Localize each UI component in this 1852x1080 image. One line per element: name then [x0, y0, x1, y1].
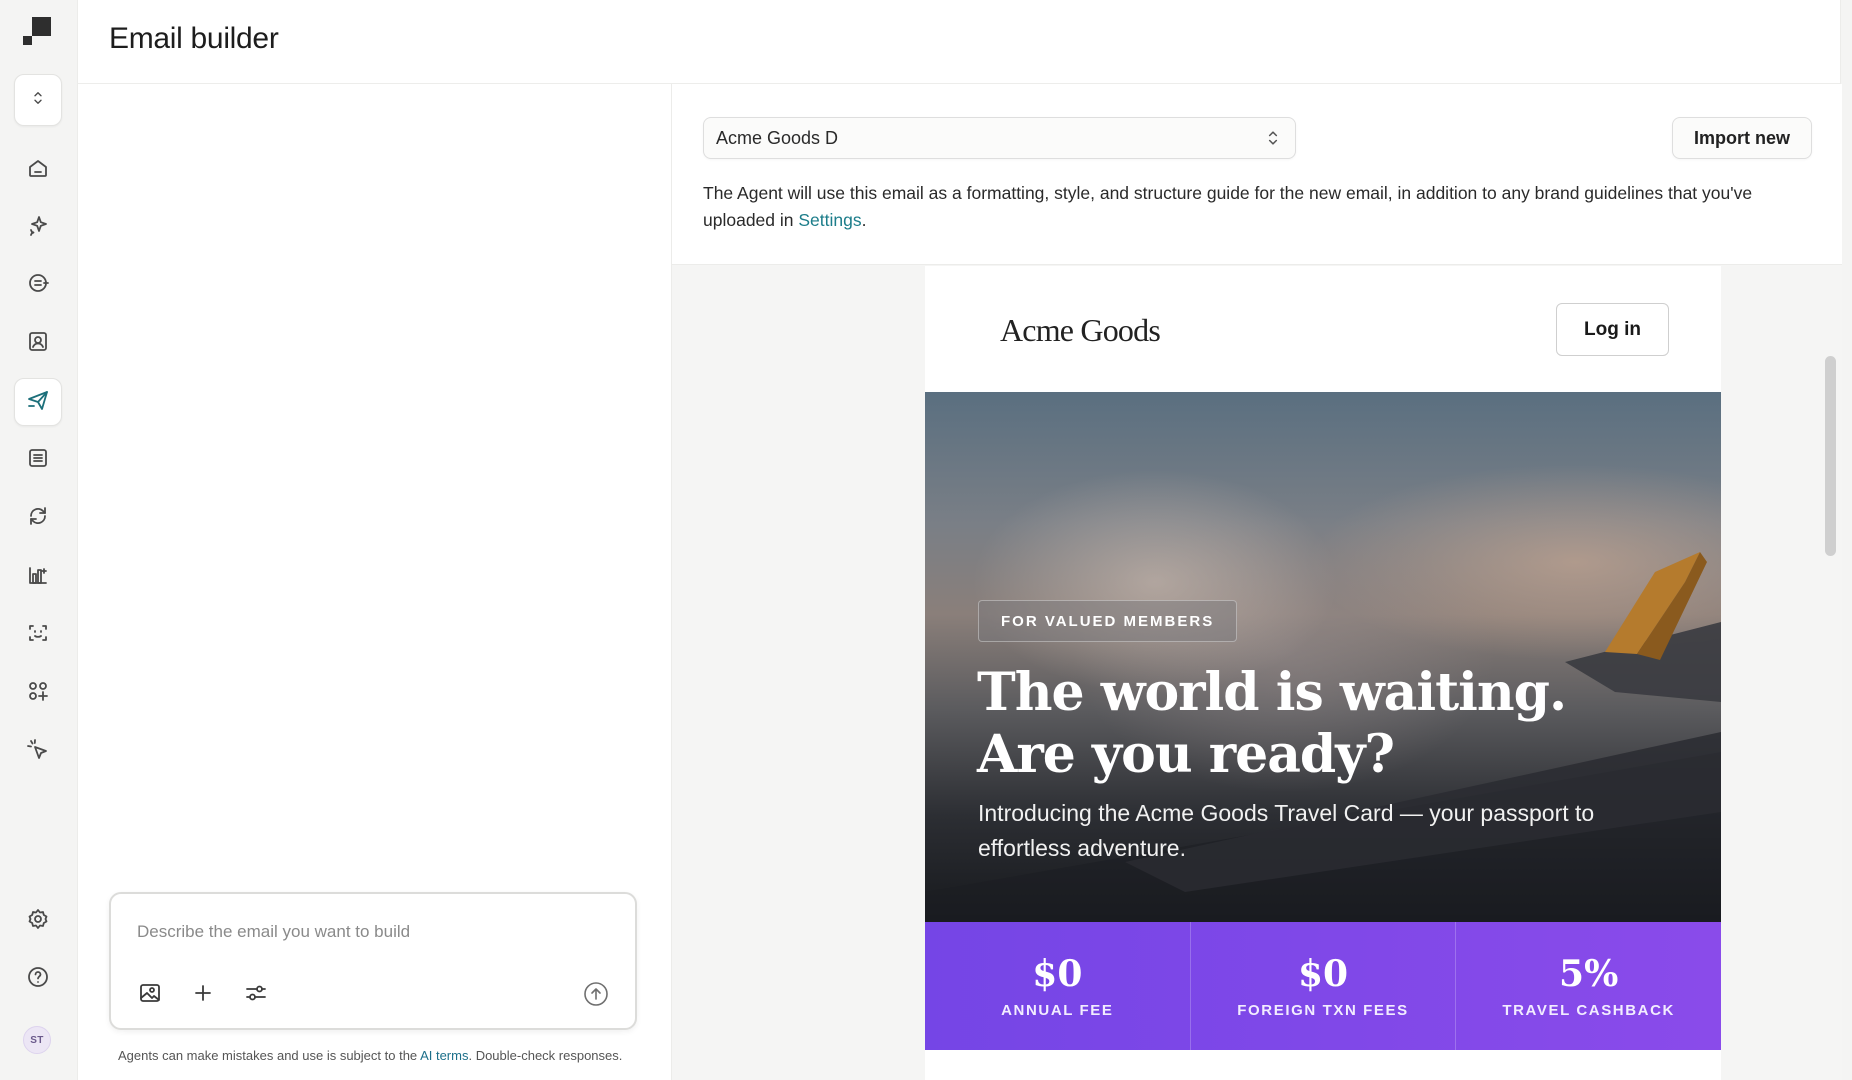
avatar[interactable]: ST [23, 1026, 51, 1054]
stat-label: ANNUAL FEE [1001, 1001, 1114, 1019]
sliders-icon [244, 981, 268, 1010]
hero-headline-line-1: The world is waiting. [977, 662, 1567, 723]
stat-travel-cashback: 5% TRAVEL CASHBACK [1456, 922, 1721, 1050]
sidebar-item-ai-agent[interactable] [14, 203, 62, 251]
import-new-button[interactable]: Import new [1672, 117, 1812, 159]
plus-icon [191, 981, 215, 1010]
face-scan-icon [26, 621, 50, 650]
sidebar-item-campaigns[interactable] [14, 261, 62, 309]
stat-value: $0 [1032, 952, 1083, 995]
settings-link[interactable]: Settings [798, 210, 861, 230]
ai-disclaimer: Agents can make mistakes and use is subj… [118, 1048, 622, 1063]
hero-headline: The world is waiting. Are you ready? [977, 662, 1677, 786]
image-upload-icon [138, 981, 162, 1010]
chevron-updown-icon [29, 89, 47, 112]
cursor-click-icon [26, 738, 50, 767]
chevron-updown-icon [1263, 128, 1283, 148]
main-panel: Email builder Describe the email you wan… [77, 0, 1842, 1080]
email-hero: FOR VALUED MEMBERS The world is waiting.… [925, 392, 1721, 922]
hero-headline-line-2: Are you ready? [977, 724, 1395, 785]
sidebar-item-analytics[interactable] [14, 553, 62, 601]
send-button[interactable] [583, 981, 609, 1007]
chat-pane [78, 84, 672, 1080]
disclaimer-text-end: . Double-check responses. [468, 1048, 623, 1063]
options-button[interactable] [243, 982, 269, 1008]
image-upload-button[interactable] [137, 982, 163, 1008]
prompt-input[interactable] [137, 922, 597, 942]
template-select[interactable]: Acme Goods D [703, 117, 1296, 159]
broadcast-icon [26, 271, 50, 300]
app-logo[interactable] [21, 15, 53, 47]
chart-icon [26, 563, 50, 592]
sparkle-icon [26, 213, 50, 242]
ai-terms-link[interactable]: AI terms [420, 1048, 468, 1063]
sidebar-item-automations[interactable] [14, 494, 62, 542]
sidebar-item-email-builder[interactable] [14, 378, 62, 426]
refresh-icon [26, 504, 50, 533]
hero-subhead: Introducing the Acme Goods Travel Card —… [978, 800, 1595, 861]
email-login-button: Log in [1556, 303, 1669, 356]
contact-card-icon [26, 329, 50, 358]
stat-annual-fee: $0 ANNUAL FEE [925, 922, 1191, 1050]
disclaimer-text: Agents can make mistakes and use is subj… [118, 1048, 421, 1063]
help-icon [26, 965, 50, 994]
preview-scrollbar[interactable] [1825, 356, 1836, 556]
stat-value: $0 [1297, 952, 1349, 995]
sidebar-item-contacts[interactable] [14, 319, 62, 367]
stat-label: FOREIGN TXN FEES [1237, 1001, 1409, 1019]
list-icon [26, 446, 50, 475]
template-helper-text: The Agent will use this email as a forma… [703, 180, 1813, 234]
email-logo: Acme Goods [1000, 312, 1161, 348]
sidebar-item-tracking[interactable] [14, 728, 62, 776]
stat-foreign-fees: $0 FOREIGN TXN FEES [1191, 922, 1457, 1050]
paper-plane-icon [26, 388, 50, 417]
stats-bar: $0 ANNUAL FEE $0 FOREIGN TXN FEES 5% TRA… [925, 922, 1721, 1050]
template-select-value: Acme Goods D [716, 127, 839, 148]
sidebar-item-audiences[interactable] [14, 611, 62, 659]
app-window: ST Email builder Describe the email you … [0, 0, 1852, 1080]
workspace-switcher-button[interactable] [14, 74, 62, 126]
stat-value: 5% [1559, 952, 1619, 995]
arrow-up-circle-icon [583, 982, 609, 1011]
sidebar-item-lists[interactable] [14, 436, 62, 484]
helper-text-end: . [861, 210, 867, 230]
sidebar-item-apps[interactable] [14, 669, 62, 717]
home-icon [26, 156, 50, 185]
hero-badge: FOR VALUED MEMBERS [978, 600, 1238, 642]
stat-label: TRAVEL CASHBACK [1502, 1001, 1675, 1019]
apps-icon [26, 679, 50, 708]
add-button[interactable] [190, 982, 216, 1008]
prompt-composer [109, 892, 637, 1030]
page-header: Email builder [78, 0, 1840, 84]
sidebar-item-help[interactable] [14, 955, 62, 1003]
sidebar-item-settings[interactable] [14, 897, 62, 945]
email-header: Acme Goods Log in [925, 266, 1721, 392]
sidebar: ST [0, 0, 77, 1080]
sidebar-item-home[interactable] [14, 146, 62, 194]
gear-icon [26, 907, 50, 936]
email-preview: Acme Goods Log in FOR VALUED MEMBERS The… [925, 266, 1721, 1080]
page-title: Email builder [109, 22, 279, 55]
template-preview-pane: Acme Goods D Import new The Agent will u… [672, 84, 1842, 1080]
